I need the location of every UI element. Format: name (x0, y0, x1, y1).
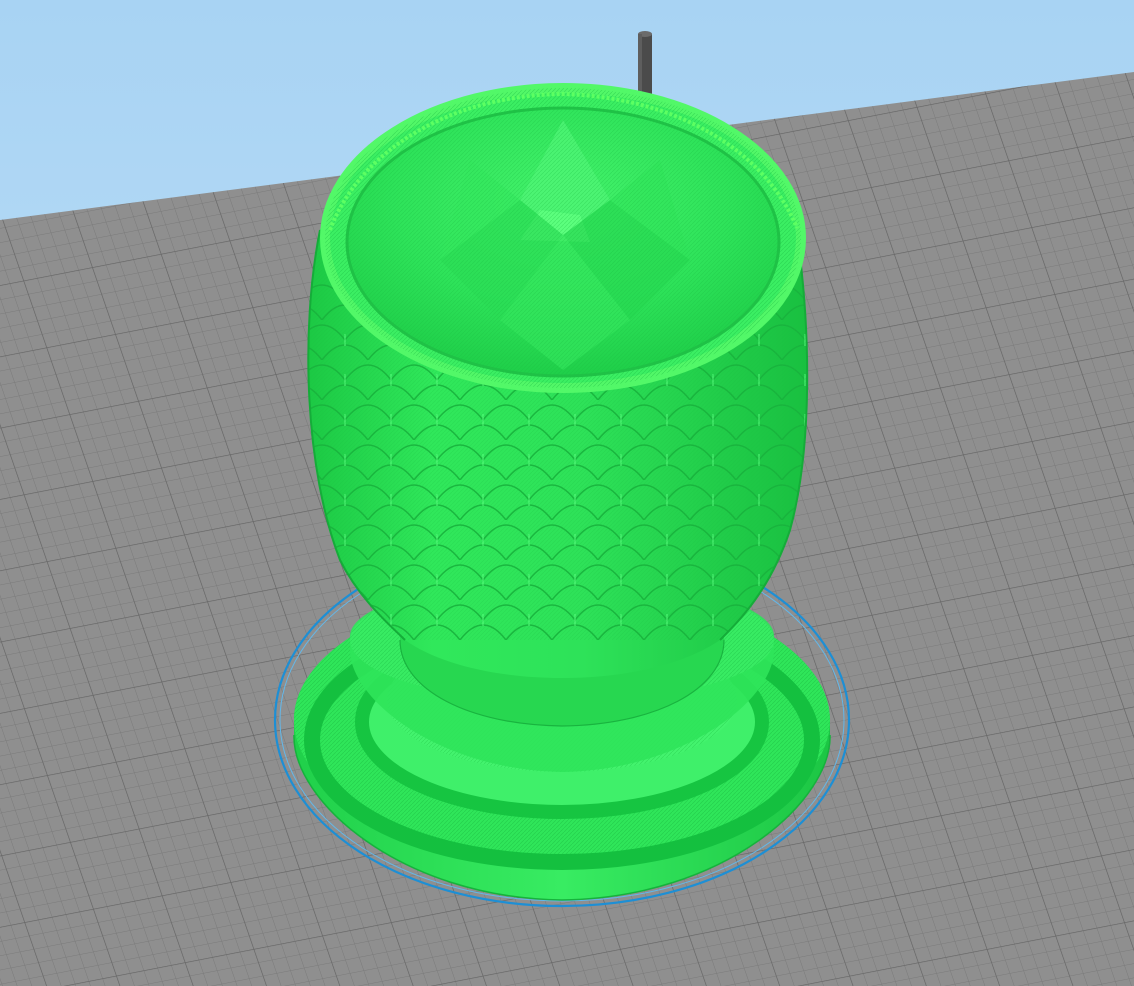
print-preview-viewport[interactable] (0, 0, 1134, 986)
vase-rim (320, 83, 806, 393)
scene-svg[interactable] (0, 0, 1134, 986)
